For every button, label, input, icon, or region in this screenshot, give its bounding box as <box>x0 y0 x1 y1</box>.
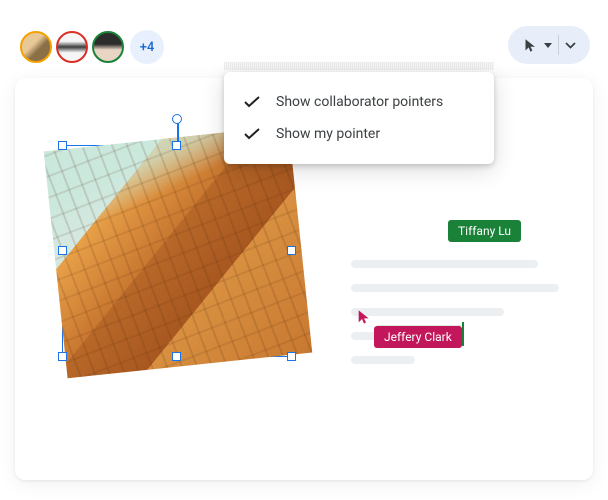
menu-shadow <box>224 62 494 70</box>
collaborator-name-badge: Tiffany Lu <box>448 220 521 242</box>
menu-item-label: Show collaborator pointers <box>276 94 443 110</box>
collaborator-pointer <box>356 308 372 330</box>
resize-handle-bottom-right[interactable] <box>287 352 296 361</box>
text-line <box>351 356 415 364</box>
text-line <box>351 308 504 316</box>
selected-image-frame[interactable] <box>62 145 292 357</box>
caret-down-icon <box>544 43 552 48</box>
resize-handle-middle-right[interactable] <box>287 246 296 255</box>
resize-handle-top-left[interactable] <box>58 141 67 150</box>
resize-handle-bottom-left[interactable] <box>58 352 67 361</box>
pointer-icon <box>523 38 538 53</box>
rotate-handle[interactable] <box>172 114 182 124</box>
menu-item-show-collaborator-pointers[interactable]: Show collaborator pointers <box>224 86 494 118</box>
resize-handle-middle-left[interactable] <box>58 246 67 255</box>
pointer-cursor-icon <box>356 308 372 326</box>
pointer-options-menu: Show collaborator pointers Show my point… <box>224 72 494 164</box>
placeholder-text-block <box>351 260 563 380</box>
resize-handle-top-middle[interactable] <box>172 141 181 150</box>
menu-item-label: Show my pointer <box>276 126 380 142</box>
menu-item-show-my-pointer[interactable]: Show my pointer <box>224 118 494 150</box>
resize-handle-bottom-middle[interactable] <box>172 352 181 361</box>
rotate-handle-stem <box>177 122 179 142</box>
chevron-down-icon <box>565 42 576 49</box>
collaborator-name-badge: Jeffery Clark <box>374 326 462 348</box>
check-icon <box>244 128 260 140</box>
check-icon <box>244 96 260 108</box>
collaborator-text-cursor <box>462 322 464 346</box>
avatar[interactable] <box>20 31 52 63</box>
collaborator-avatars: +4 <box>20 30 164 64</box>
avatar[interactable] <box>92 31 124 63</box>
avatar-overflow-count[interactable]: +4 <box>130 30 164 64</box>
divider <box>558 35 559 55</box>
text-line <box>351 284 559 292</box>
pointer-tool-dropdown[interactable] <box>508 26 590 64</box>
avatar[interactable] <box>56 31 88 63</box>
text-line <box>351 260 538 268</box>
